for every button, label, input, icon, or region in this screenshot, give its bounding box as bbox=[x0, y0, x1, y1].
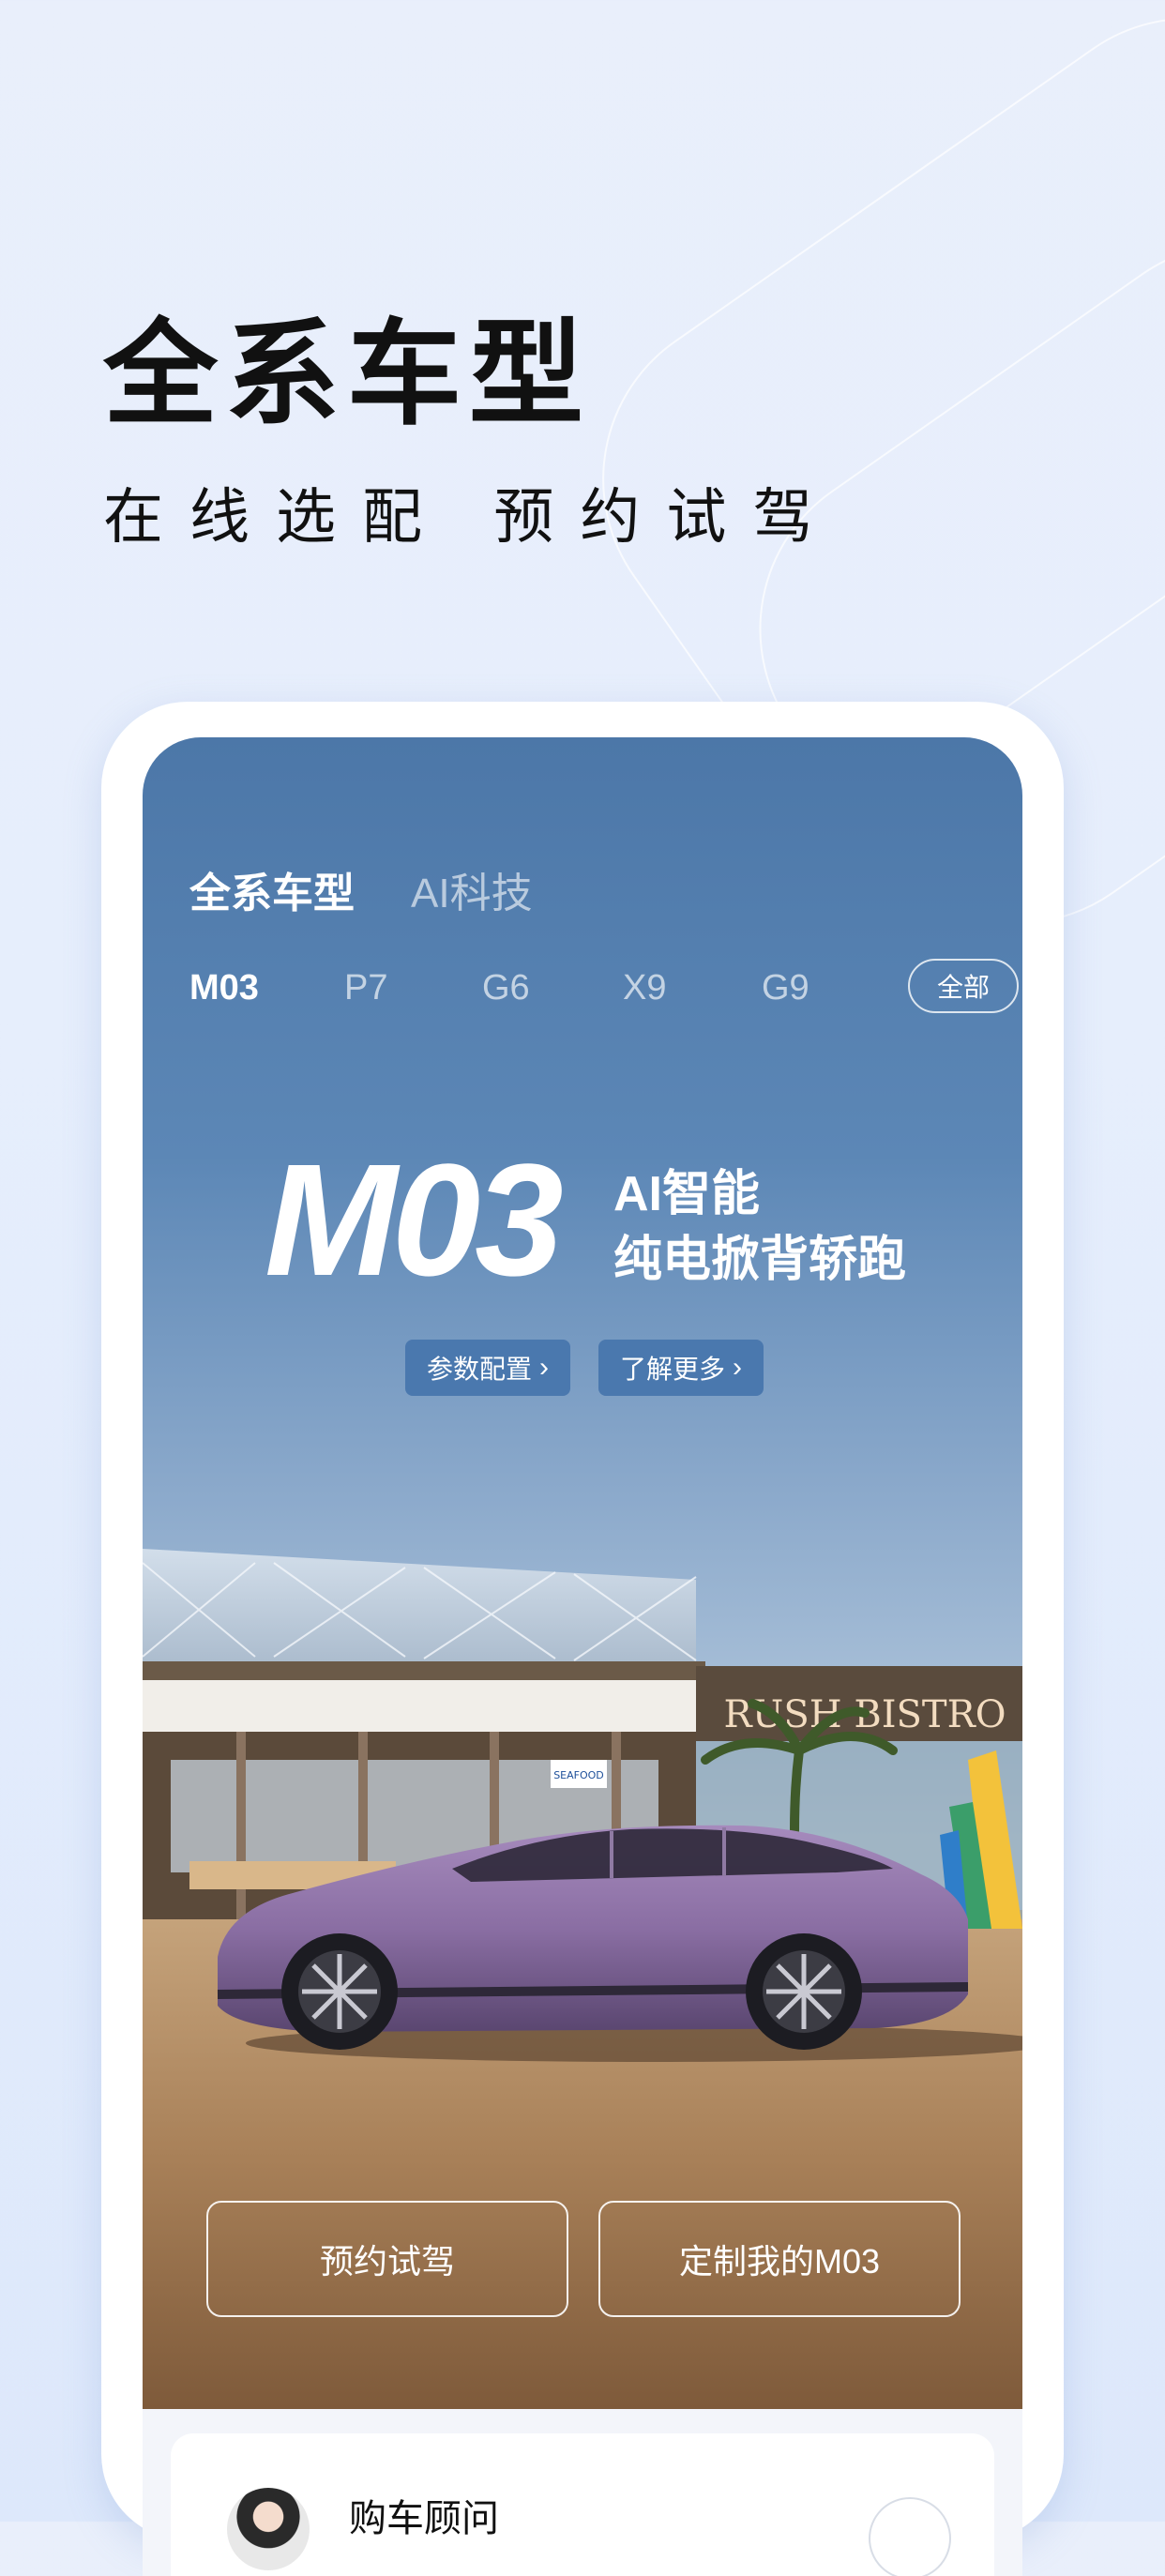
chevron-right-icon: › bbox=[733, 1352, 742, 1383]
phone-frame: SEAFOOD RUSH BISTRO 全系车型 AI科技 M03 P7 G6 … bbox=[101, 702, 1064, 2576]
model-tab-p7[interactable]: P7 bbox=[344, 968, 387, 1008]
advisor-label: 购车顾问 bbox=[349, 2498, 499, 2539]
advisor-contact-button[interactable] bbox=[869, 2497, 951, 2576]
seafood-sign: SEAFOOD bbox=[553, 1769, 604, 1781]
model-tab-g6[interactable]: G6 bbox=[482, 968, 530, 1008]
model-tab-m03[interactable]: M03 bbox=[189, 968, 259, 1008]
promo-title: 全系车型 bbox=[103, 308, 591, 441]
promo-subtitle: 在线选配 预约试驾 bbox=[103, 483, 840, 553]
avatar bbox=[227, 2488, 310, 2570]
wheel bbox=[746, 1933, 862, 2050]
learn-more-button[interactable]: 了解更多 › bbox=[598, 1340, 764, 1396]
hero-tagline-line1: AI智能 bbox=[613, 1167, 761, 1221]
params-config-button[interactable]: 参数配置 › bbox=[405, 1340, 570, 1396]
all-models-button[interactable]: 全部 bbox=[908, 959, 1019, 1013]
top-tabs: 全系车型 AI科技 bbox=[189, 859, 533, 919]
model-tab-g9[interactable]: G9 bbox=[762, 968, 809, 1008]
hero-tagline: AI智能 纯电掀背轿跑 bbox=[613, 1161, 906, 1293]
tab-all-models[interactable]: 全系车型 bbox=[189, 859, 355, 919]
customize-button[interactable]: 定制我的M03 bbox=[598, 2201, 961, 2317]
test-drive-button[interactable]: 预约试驾 bbox=[206, 2201, 568, 2317]
app-screen: SEAFOOD RUSH BISTRO 全系车型 AI科技 M03 P7 G6 … bbox=[143, 737, 1022, 2576]
params-config-label: 参数配置 bbox=[426, 1355, 532, 1384]
hero-banner: SEAFOOD RUSH BISTRO 全系车型 AI科技 M03 P7 G6 … bbox=[143, 737, 1022, 2409]
learn-more-label: 了解更多 bbox=[619, 1355, 725, 1384]
model-selector: M03 P7 G6 X9 G9 全部 bbox=[189, 959, 1019, 1019]
advisor-card[interactable]: 购车顾问 bbox=[171, 2433, 994, 2576]
model-tab-x9[interactable]: X9 bbox=[623, 968, 666, 1008]
chevron-right-icon: › bbox=[539, 1352, 549, 1383]
wheel bbox=[281, 1933, 398, 2050]
tab-ai-tech[interactable]: AI科技 bbox=[411, 859, 533, 919]
hero-model-name: M03 bbox=[265, 1131, 564, 1310]
hero-tagline-line2: 纯电掀背轿跑 bbox=[613, 1233, 907, 1287]
